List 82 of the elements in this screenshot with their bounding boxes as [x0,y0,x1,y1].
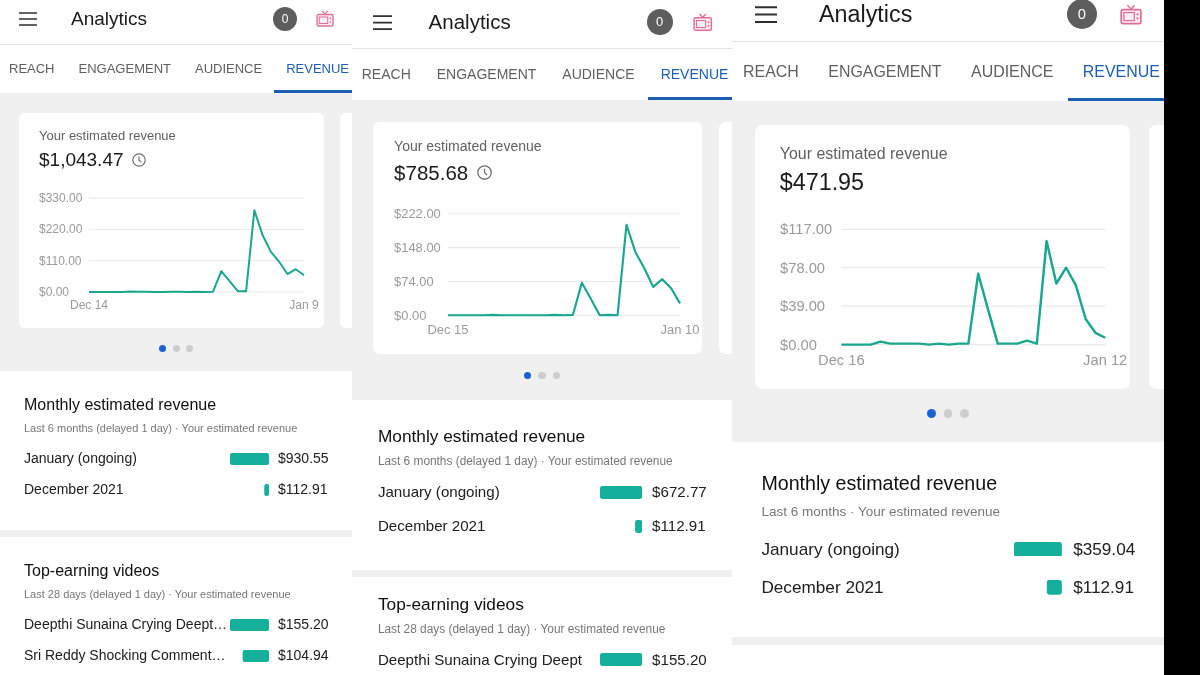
revenue-bar [600,486,643,500]
card-label: Your estimated revenue [394,138,543,156]
menu-icon[interactable] [19,11,37,26]
video-title: Deepthi Sunaina Crying Deept [377,650,583,670]
notification-count[interactable]: 0 [1067,0,1097,29]
app-title: Analytics [428,9,511,35]
revenue-value: $112.91 [1073,576,1135,598]
month-label: December 2021 [377,516,487,536]
y-axis-label: $148.00 [394,239,441,255]
tv-icon[interactable] [316,10,334,27]
month-label: January (ongoing) [377,483,501,502]
revenue-bar [242,649,269,662]
revenue-value: $359.04 [1073,538,1137,560]
tab[interactable]: ENGAGEMENT [423,48,550,101]
notification-count[interactable]: 0 [646,9,673,36]
x-axis-label: Dec 16 [817,352,865,369]
card-label: Your estimated revenue [779,143,949,164]
revenue-value: $930.55 [278,450,330,467]
tab[interactable]: REACH [731,41,814,101]
section-title: Top-earning videos [24,561,161,581]
section-subtitle: Last 28 days (delayed 1 day) · Your estimated revenue [377,621,667,637]
y-axis-label: $78.00 [779,259,825,276]
revenue-value: $155.20 [652,650,708,670]
revenue-bar [1014,541,1063,557]
y-axis-label: $222.00 [394,206,441,221]
tab[interactable]: AUDIENCE [183,45,275,93]
y-axis-label: $39.00 [779,298,825,315]
section-subtitle: Last 6 months (delayed 1 day) · Your estimated revenue [377,454,674,470]
revenue-bar [264,483,269,496]
y-axis-label: $220.00 [39,222,83,237]
menu-icon[interactable] [372,14,392,30]
revenue-value: $155.20 [278,616,330,633]
y-axis-label: $0.00 [394,307,427,323]
video-title: Sri Reddy Shocking Comment… [24,647,227,664]
y-axis-label: $0.00 [39,285,70,299]
month-label: December 2021 [761,576,885,598]
video-title: Deepthi Sunaina Crying Deept… [24,616,229,633]
revenue-bar [635,519,643,533]
tab[interactable]: ENGAGEMENT [66,45,183,93]
section-title: Monthly estimated revenue [377,426,587,448]
y-axis-label: $117.00 [779,221,832,238]
revenue-bar [1047,579,1063,595]
menu-icon[interactable] [755,5,778,23]
y-axis-label: $0.00 [779,336,817,353]
month-label: January (ongoing) [761,538,901,560]
revenue-value: $112.91 [652,516,707,536]
app-title: Analytics [71,7,148,30]
revenue-bar [230,452,269,465]
x-axis-label: Jan 10 [660,321,700,337]
revenue-value: $104.94 [278,647,330,664]
y-axis-label: $110.00 [39,253,82,268]
tab[interactable]: ENGAGEMENT [813,41,957,101]
revenue-total: $785.68 [394,159,469,186]
x-axis-label: Jan 9 [289,298,319,312]
section-title: Monthly estimated revenue [24,395,218,415]
tv-icon[interactable] [693,12,713,32]
y-axis-label: $330.00 [39,191,83,205]
x-axis-label: Dec 15 [427,321,469,337]
section-title: Monthly estimated revenue [761,471,999,496]
tv-icon[interactable] [1119,3,1142,25]
revenue-total: $1,043.47 [39,148,124,172]
month-label: December 2021 [24,481,125,498]
x-axis-label: Dec 14 [70,298,108,312]
card-label: Your estimated revenue [39,128,177,144]
revenue-bar [600,653,643,667]
tab[interactable]: AUDIENCE [549,48,648,101]
revenue-bar [230,618,269,631]
section-subtitle: Last 6 months (delayed 1 day) · Your estimated revenue [24,421,299,435]
revenue-value: $672.77 [652,483,708,502]
y-axis-label: $74.00 [394,273,434,289]
section-title: Top-earning videos [377,593,525,616]
tab[interactable]: REACH [352,48,424,101]
month-label: January (ongoing) [24,450,138,467]
app-title: Analytics [819,0,913,29]
section-subtitle: Last 28 days (delayed 1 day) · Your estimated revenue [24,587,292,601]
revenue-total: $471.95 [779,168,865,198]
section-subtitle: Last 6 months · Your estimated revenue [761,503,1002,521]
tab[interactable]: AUDIENCE [956,41,1069,101]
tab[interactable]: REACH [0,45,67,93]
notification-count[interactable]: 0 [273,6,297,31]
revenue-value: $112.91 [278,481,329,498]
x-axis-label: Jan 12 [1082,352,1128,369]
